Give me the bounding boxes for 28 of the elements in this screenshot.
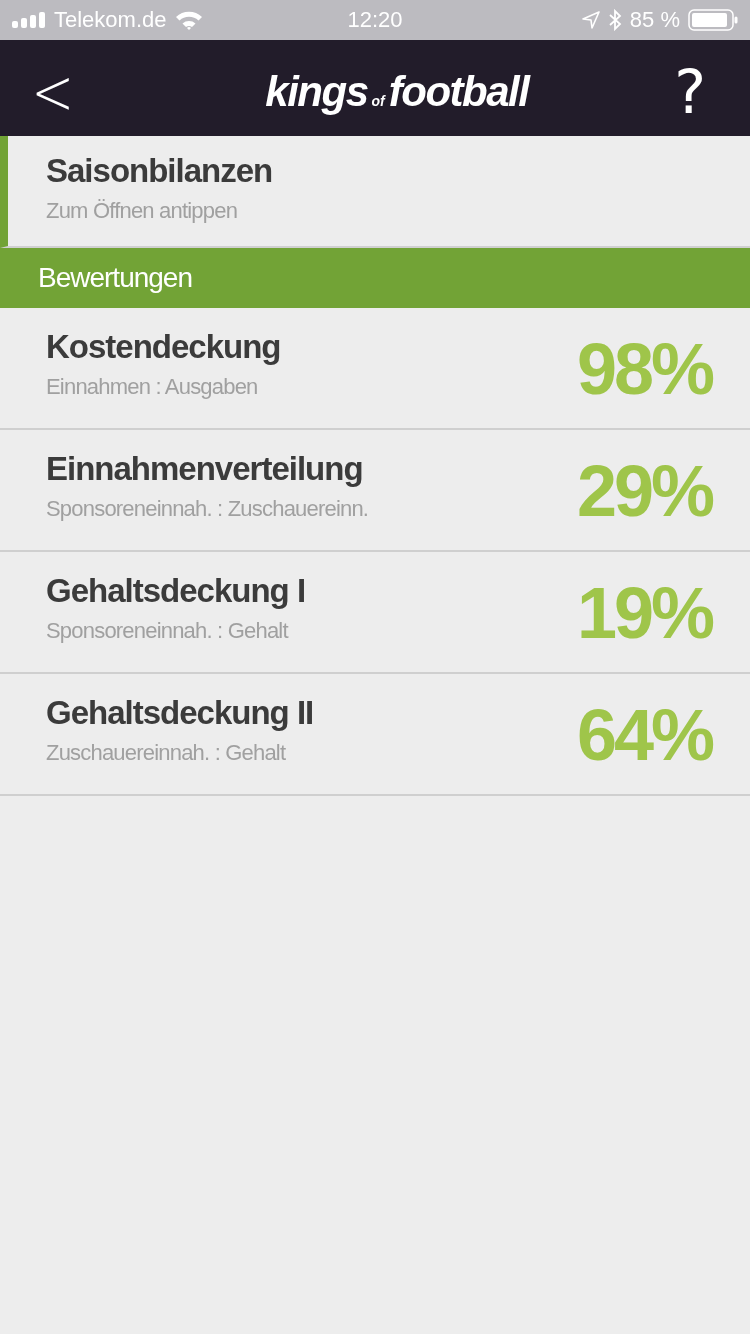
- rating-percentage: 64%: [576, 694, 712, 776]
- rating-subtitle: Sponsoreneinnah. : Gehalt: [46, 618, 290, 644]
- battery-icon: [688, 9, 738, 31]
- rating-title: Einnahmenverteilung: [46, 450, 364, 488]
- battery-percent: 85 %: [629, 7, 680, 33]
- help-button[interactable]: ?: [674, 62, 706, 122]
- carrier-name: Telekom.de: [54, 7, 167, 33]
- wifi-icon: [174, 10, 203, 30]
- rating-title: Gehaltsdeckung I: [46, 572, 306, 610]
- rating-percentage: 98%: [576, 328, 712, 410]
- rating-title: Gehaltsdeckung II: [46, 694, 314, 732]
- logo-text: of: [371, 93, 385, 109]
- item-title: Saisonbilanzen: [46, 152, 274, 190]
- signal-icon: [12, 12, 46, 28]
- back-button[interactable]: <: [31, 60, 75, 124]
- logo-text: football: [388, 68, 529, 116]
- rating-subtitle: Zuschauereinnah. : Gehalt: [46, 740, 287, 766]
- logo-text: kings: [265, 68, 368, 116]
- bluetooth-icon: [607, 9, 622, 31]
- rating-subtitle: Sponsoreneinnah. : Zuschauereinn.: [46, 496, 369, 522]
- rating-title: Kostendeckung: [46, 328, 281, 366]
- rating-percentage: 19%: [576, 572, 712, 654]
- rating-percentage: 29%: [576, 450, 712, 532]
- section-title: Bewertungen: [38, 262, 192, 294]
- location-arrow-icon: [581, 11, 600, 29]
- clock-time: 12:20: [347, 7, 403, 33]
- item-subtitle: Zum Öffnen antippen: [46, 198, 239, 224]
- rating-subtitle: Einnahmen : Ausgaben: [46, 374, 259, 400]
